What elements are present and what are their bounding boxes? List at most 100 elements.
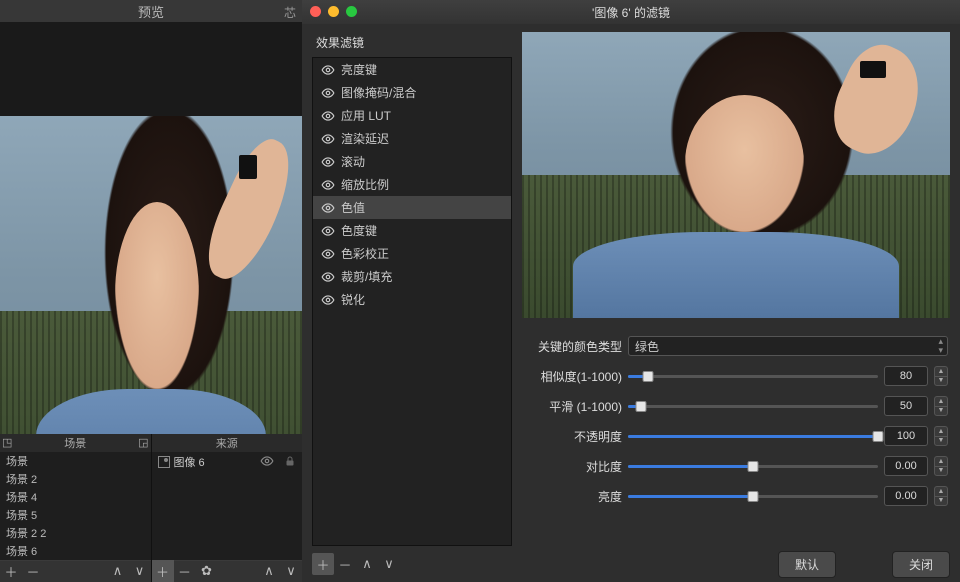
param-opacity: 不透明度 100 ▲▼: [522, 426, 948, 446]
scene-list[interactable]: 场景场景 2场景 4场景 5场景 2 2场景 6: [0, 452, 151, 560]
color-type-label: 关键的颜色类型: [522, 338, 622, 355]
filter-label: 亮度键: [341, 61, 377, 78]
color-type-select[interactable]: 绿色 ▴▾: [628, 336, 948, 356]
scene-row[interactable]: 场景 6: [0, 542, 151, 560]
close-button[interactable]: 关闭: [892, 551, 950, 578]
contrast-slider[interactable]: [628, 456, 878, 476]
eye-icon[interactable]: [321, 109, 335, 123]
filter-label: 锐化: [341, 291, 365, 308]
filter-row[interactable]: 图像掩码/混合: [313, 81, 511, 104]
filter-label: 滚动: [341, 153, 365, 170]
move-up-button[interactable]: ∧: [356, 553, 378, 575]
smooth-value[interactable]: 50: [884, 396, 928, 416]
filter-row[interactable]: 缩放比例: [313, 173, 511, 196]
settings-button[interactable]: ✿: [196, 560, 218, 582]
opacity-stepper[interactable]: ▲▼: [934, 426, 948, 446]
filter-label: 图像掩码/混合: [341, 84, 416, 101]
smooth-slider[interactable]: [628, 396, 878, 416]
eye-icon[interactable]: [321, 293, 335, 307]
smooth-stepper[interactable]: ▲▼: [934, 396, 948, 416]
zoom-window-button[interactable]: [346, 6, 357, 17]
brightness-slider[interactable]: [628, 486, 878, 506]
sources-panel: 来源 图像 6 ＋ － ✿ ∧ ∨: [152, 434, 303, 582]
move-up-button[interactable]: ∧: [107, 560, 129, 582]
filter-label: 渲染延迟: [341, 130, 389, 147]
add-button[interactable]: ＋: [0, 560, 22, 582]
lock-icon[interactable]: [284, 455, 296, 470]
filter-label: 缩放比例: [341, 176, 389, 193]
scene-row[interactable]: 场景 2: [0, 470, 151, 488]
opacity-value[interactable]: 100: [884, 426, 928, 446]
filter-row[interactable]: 滚动: [313, 150, 511, 173]
filter-row[interactable]: 色值: [313, 196, 511, 219]
filter-row[interactable]: 锐化: [313, 288, 511, 311]
source-row[interactable]: 图像 6: [152, 452, 303, 473]
visibility-icon[interactable]: [260, 454, 274, 471]
similarity-value[interactable]: 80: [884, 366, 928, 386]
eye-icon[interactable]: [321, 63, 335, 77]
add-filter-button[interactable]: ＋: [312, 553, 334, 575]
filter-label: 色彩校正: [341, 245, 389, 262]
brightness-stepper[interactable]: ▲▼: [934, 486, 948, 506]
brightness-label: 亮度: [522, 488, 622, 505]
eye-icon[interactable]: [321, 247, 335, 261]
add-button[interactable]: ＋: [152, 560, 174, 582]
filter-preview: [522, 32, 950, 318]
eye-icon[interactable]: [321, 178, 335, 192]
contrast-value[interactable]: 0.00: [884, 456, 928, 476]
filter-list[interactable]: 亮度键图像掩码/混合应用 LUT 渲染延迟滚动缩放比例色值色度键色彩校正裁剪/填充…: [312, 57, 512, 546]
defaults-button[interactable]: 默认: [778, 551, 836, 578]
preview-column: 关键的颜色类型 绿色 ▴▾ 相似度(1-1000) 80 ▲▼ 平滑 (1-10…: [522, 32, 950, 546]
eye-icon[interactable]: [321, 86, 335, 100]
opacity-slider[interactable]: [628, 426, 878, 446]
eye-icon[interactable]: [321, 270, 335, 284]
filter-row[interactable]: 渲染延迟: [313, 127, 511, 150]
scene-row[interactable]: 场景 5: [0, 506, 151, 524]
dock-icon[interactable]: ◲: [138, 436, 148, 449]
preview-area[interactable]: [0, 22, 302, 412]
eye-icon[interactable]: [321, 132, 335, 146]
source-name: 图像 6: [174, 454, 205, 470]
param-brightness: 亮度 0.00 ▲▼: [522, 486, 948, 506]
scene-row[interactable]: 场景: [0, 452, 151, 470]
brightness-value[interactable]: 0.00: [884, 486, 928, 506]
minimize-window-button[interactable]: [328, 6, 339, 17]
move-down-button[interactable]: ∨: [129, 560, 151, 582]
filter-row[interactable]: 应用 LUT: [313, 104, 511, 127]
scene-row[interactable]: 场景 2 2: [0, 524, 151, 542]
parameters: 关键的颜色类型 绿色 ▴▾ 相似度(1-1000) 80 ▲▼ 平滑 (1-10…: [522, 336, 950, 506]
similarity-slider[interactable]: [628, 366, 878, 386]
filter-row[interactable]: 裁剪/填充: [313, 265, 511, 288]
param-similarity: 相似度(1-1000) 80 ▲▼: [522, 366, 948, 386]
filters-title: 效果滤镜: [312, 32, 512, 57]
eye-icon[interactable]: [321, 201, 335, 215]
source-list[interactable]: 图像 6: [152, 452, 303, 560]
titlebar[interactable]: '图像 6' 的滤镜: [302, 0, 960, 24]
remove-button[interactable]: －: [174, 560, 196, 582]
contrast-stepper[interactable]: ▲▼: [934, 456, 948, 476]
filter-row[interactable]: 色彩校正: [313, 242, 511, 265]
filter-label: 裁剪/填充: [341, 268, 392, 285]
eye-icon[interactable]: [321, 224, 335, 238]
filters-window: '图像 6' 的滤镜 效果滤镜 亮度键图像掩码/混合应用 LUT 渲染延迟滚动缩放…: [302, 0, 960, 582]
preview-title: 预览: [138, 2, 164, 21]
smooth-label: 平滑 (1-1000): [522, 398, 622, 415]
image-icon: [158, 456, 170, 468]
remove-filter-button[interactable]: －: [334, 553, 356, 575]
contrast-label: 对比度: [522, 458, 622, 475]
move-up-button[interactable]: ∧: [258, 560, 280, 582]
preview-header: 预览 芯: [0, 0, 302, 22]
remove-button[interactable]: －: [22, 560, 44, 582]
move-down-button[interactable]: ∨: [378, 553, 400, 575]
close-window-button[interactable]: [310, 6, 321, 17]
filter-row[interactable]: 色度键: [313, 219, 511, 242]
filter-row[interactable]: 亮度键: [313, 58, 511, 81]
eye-icon[interactable]: [321, 155, 335, 169]
scene-row[interactable]: 场景 4: [0, 488, 151, 506]
similarity-stepper[interactable]: ▲▼: [934, 366, 948, 386]
window-controls: [310, 6, 357, 17]
dock-icon[interactable]: ◳: [2, 436, 12, 449]
move-down-button[interactable]: ∨: [280, 560, 302, 582]
chevron-updown-icon: ▴▾: [938, 337, 943, 355]
scenes-header: ◳ 场景 ◲: [0, 434, 151, 452]
